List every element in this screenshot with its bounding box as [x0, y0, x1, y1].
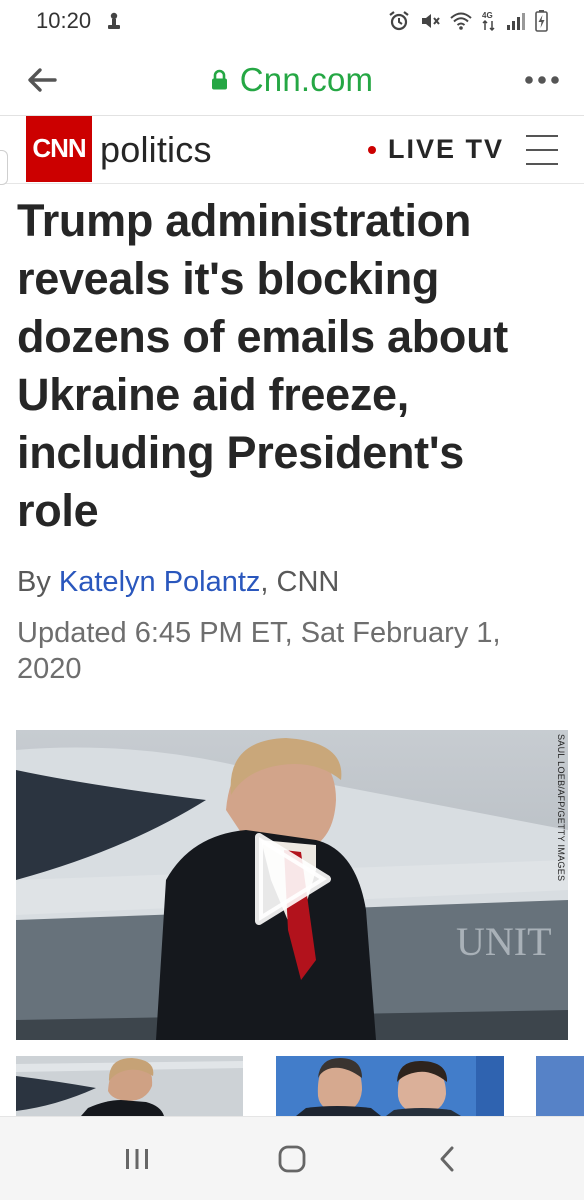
- more-horizontal-icon: [525, 75, 559, 84]
- header-right: LIVE TV: [367, 134, 558, 165]
- browser-toolbar: Cnn.com: [0, 44, 584, 116]
- article-headline: Trump administration reveals it's blocki…: [17, 195, 508, 536]
- system-navigation-bar: [0, 1116, 584, 1200]
- video-player[interactable]: UNIT SAUL LOEB/AFP/GETTY IMAGES: [16, 730, 568, 1040]
- byline-prefix: By: [17, 566, 59, 598]
- thumbnail-3[interactable]: [536, 1056, 584, 1116]
- play-icon[interactable]: [253, 831, 333, 927]
- status-time: 10:20: [36, 8, 92, 33]
- browser-back-button[interactable]: [22, 60, 62, 100]
- live-dot-icon: [367, 145, 376, 154]
- lock-icon: [211, 69, 227, 89]
- status-bar: 10:20 4G: [0, 0, 584, 42]
- signal-icon: [506, 12, 526, 30]
- thumbnail-1-image: [16, 1056, 243, 1116]
- home-icon[interactable]: [262, 1129, 322, 1189]
- svg-text:UNIT: UNIT: [456, 919, 552, 964]
- arrow-left-icon: [28, 67, 57, 92]
- address-bar[interactable]: Cnn.com: [211, 61, 373, 99]
- byline-suffix: , CNN: [260, 566, 340, 598]
- cnn-logo[interactable]: CNN: [26, 115, 92, 182]
- svg-text:4G: 4G: [482, 11, 493, 20]
- thumbnail-2[interactable]: [276, 1056, 504, 1116]
- brand[interactable]: CNN politics: [26, 115, 212, 183]
- hamburger-menu-icon[interactable]: [526, 134, 558, 165]
- alarm-icon: [388, 10, 410, 32]
- browser-menu-button[interactable]: [522, 60, 562, 100]
- edge-panel-handle[interactable]: [0, 150, 8, 185]
- notification-person-icon: [107, 11, 121, 31]
- battery-charging-icon: [535, 10, 548, 32]
- thumbnail-2-image: [276, 1056, 504, 1116]
- byline: By Katelyn Polantz, CNN: [17, 566, 339, 599]
- photo-credit: SAUL LOEB/AFP/GETTY IMAGES: [556, 734, 566, 882]
- mute-icon: [419, 10, 441, 32]
- cnn-logo-text: CNN: [32, 133, 86, 163]
- url-text: Cnn.com: [239, 60, 374, 98]
- status-left: 10:20: [36, 8, 121, 34]
- wifi-icon: [450, 11, 472, 31]
- author-link[interactable]: Katelyn Polantz: [59, 566, 261, 598]
- thumbnail-3-image: [536, 1056, 584, 1116]
- site-header: CNN politics LIVE TV: [0, 115, 584, 184]
- section-title[interactable]: politics: [98, 129, 212, 171]
- updated-timestamp: Updated 6:45 PM ET, Sat February 1, 2020: [17, 617, 501, 685]
- thumbnail-1[interactable]: [16, 1056, 243, 1116]
- recent-apps-icon[interactable]: [107, 1129, 167, 1189]
- live-tv-link[interactable]: LIVE TV: [388, 134, 504, 165]
- back-icon[interactable]: [417, 1129, 477, 1189]
- data-4g-icon: 4G: [481, 10, 497, 32]
- status-right: 4G: [388, 10, 548, 32]
